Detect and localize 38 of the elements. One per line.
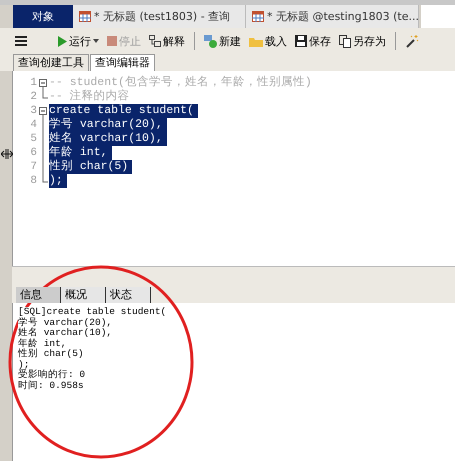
explain-icon <box>149 35 161 47</box>
result-tab[interactable]: 状态 <box>106 287 151 303</box>
document-tab[interactable]: 对象 <box>13 5 73 28</box>
save-button[interactable]: 保存 <box>292 30 334 52</box>
caret-icon <box>93 39 99 43</box>
stop-icon <box>107 36 117 46</box>
line-number: 2 <box>29 91 37 103</box>
resize-handle-icon[interactable] <box>1 149 13 159</box>
save-icon <box>295 35 307 47</box>
code-line: -- 注释的内容 <box>49 90 131 104</box>
document-tab[interactable]: * 无标题 (test1803) - 查询 <box>73 5 246 28</box>
table-icon <box>252 11 264 22</box>
line-number: 1 <box>29 77 37 89</box>
editor-tab[interactable]: 查询编辑器 <box>90 54 155 71</box>
document-tab[interactable]: * 无标题 @testing1803 (te... <box>246 5 419 28</box>
result-tab[interactable]: 信息 <box>16 287 61 303</box>
wand-icon <box>405 34 419 48</box>
line-number: 6 <box>29 147 37 159</box>
line-number: 5 <box>29 133 37 145</box>
run-button[interactable]: 运行 <box>54 30 102 52</box>
play-icon <box>57 36 67 46</box>
line-number: 4 <box>29 119 37 131</box>
code-line: -- student(包含学号，姓名，年龄，性别属性) <box>49 76 313 89</box>
saveas-button[interactable]: 另存为 <box>336 30 389 52</box>
line-number: 3 <box>29 105 37 117</box>
result-tab[interactable]: 概况 <box>61 287 106 303</box>
folder-icon <box>249 36 263 46</box>
line-number: 7 <box>29 161 37 173</box>
new-icon <box>204 34 217 48</box>
editor-tab[interactable]: 查询创建工具 <box>13 54 89 71</box>
load-button[interactable]: 载入 <box>246 30 290 52</box>
save-as-icon <box>339 34 351 48</box>
splitter-bar[interactable] <box>12 266 455 287</box>
menu-icon <box>15 36 27 46</box>
table-icon <box>79 11 91 22</box>
explain-button[interactable]: 解释 <box>146 30 188 52</box>
new-button[interactable]: 新建 <box>201 30 244 52</box>
line-number: 8 <box>29 175 37 187</box>
